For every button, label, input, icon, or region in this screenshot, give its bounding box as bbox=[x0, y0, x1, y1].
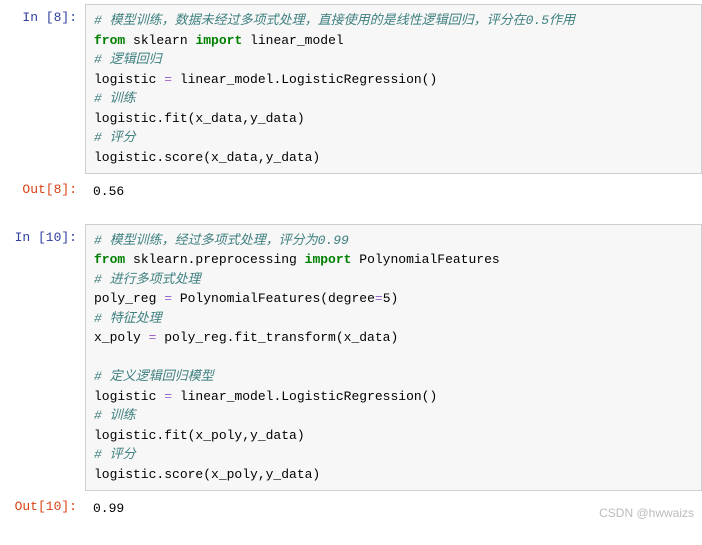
out-prompt: Out[10]: bbox=[0, 493, 85, 525]
code-area[interactable]: # 模型训练，数据未经过多项式处理，直接使用的是线性逻辑回归，评分在0.5作用 f… bbox=[85, 4, 702, 174]
code-token: # 训练 bbox=[94, 408, 136, 423]
code-token: logistic.fit(x_data,y_data) bbox=[94, 111, 305, 126]
code-token: # 评分 bbox=[94, 447, 136, 462]
code-line: logistic.fit(x_data,y_data) bbox=[94, 109, 693, 129]
input-cell: In [8]:# 模型训练，数据未经过多项式处理，直接使用的是线性逻辑回归，评分… bbox=[0, 4, 702, 174]
code-line: # 定义逻辑回归模型 bbox=[94, 367, 693, 387]
code-token: # 特征处理 bbox=[94, 311, 162, 326]
output-cell: Out[8]:0.56 bbox=[0, 176, 702, 208]
code-line: # 训练 bbox=[94, 89, 693, 109]
code-token: logistic bbox=[94, 72, 164, 87]
code-line: x_poly = poly_reg.fit_transform(x_data) bbox=[94, 328, 693, 348]
input-cell: In [10]: # 模型训练，经过多项式处理，评分为0.99 from sklea… bbox=[0, 224, 702, 492]
code-line: # 模型训练，数据未经过多项式处理，直接使用的是线性逻辑回归，评分在0.5作用 bbox=[94, 11, 693, 31]
code-token: poly_reg bbox=[94, 291, 164, 306]
code-line: # 训练 bbox=[94, 406, 693, 426]
output-cell: Out[10]:0.99 bbox=[0, 493, 702, 525]
code-token: 5) bbox=[383, 291, 399, 306]
code-token: logistic.score(x_data,y_data) bbox=[94, 150, 320, 165]
code-token: sklearn.preprocessing bbox=[125, 252, 304, 267]
code-line: # 评分 bbox=[94, 445, 693, 465]
code-token: linear_model.LogisticRegression() bbox=[172, 389, 437, 404]
code-line: # 进行多项式处理 bbox=[94, 270, 693, 290]
code-line: from sklearn import linear_model bbox=[94, 31, 693, 51]
code-token: = bbox=[164, 389, 172, 404]
code-line bbox=[94, 348, 693, 368]
code-area[interactable]: # 模型训练，经过多项式处理，评分为0.99 from sklearn.prepr… bbox=[85, 224, 702, 492]
code-token: # 逻辑回归 bbox=[94, 52, 162, 67]
code-token: # 模型训练，经过多项式处理，评分为0.99 bbox=[94, 233, 349, 248]
code-token: # 模型训练，数据未经过多项式处理，直接使用的是线性逻辑回归，评分在0.5作用 bbox=[94, 13, 575, 28]
code-token: logistic.fit(x_poly,y_data) bbox=[94, 428, 305, 443]
code-token: # 定义逻辑回归模型 bbox=[94, 369, 214, 384]
code-token: # 评分 bbox=[94, 130, 136, 145]
code-token: linear_model.LogisticRegression() bbox=[172, 72, 437, 87]
in-prompt: In [10]: bbox=[0, 224, 85, 492]
code-token: # 进行多项式处理 bbox=[94, 272, 201, 287]
code-line: logistic = linear_model.LogisticRegressi… bbox=[94, 387, 693, 407]
code-line: logistic = linear_model.LogisticRegressi… bbox=[94, 70, 693, 90]
code-line: poly_reg = PolynomialFeatures(degree=5) bbox=[94, 289, 693, 309]
code-token: PolynomialFeatures bbox=[351, 252, 499, 267]
code-token: x_poly bbox=[94, 330, 149, 345]
in-prompt: In [8]: bbox=[0, 4, 85, 174]
code-token: logistic.score(x_poly,y_data) bbox=[94, 467, 320, 482]
code-token: logistic bbox=[94, 389, 164, 404]
code-token: import bbox=[305, 252, 352, 267]
code-line: # 评分 bbox=[94, 128, 693, 148]
code-token: = bbox=[375, 291, 383, 306]
code-line: # 逻辑回归 bbox=[94, 50, 693, 70]
code-token: import bbox=[195, 33, 242, 48]
watermark-text: CSDN @hwwaizs bbox=[599, 506, 694, 520]
code-token: sklearn bbox=[125, 33, 195, 48]
code-line: # 特征处理 bbox=[94, 309, 693, 329]
code-line: # 模型训练，经过多项式处理，评分为0.99 bbox=[94, 231, 693, 251]
code-token: # 训练 bbox=[94, 91, 136, 106]
code-token: linear_model bbox=[242, 33, 343, 48]
code-line: from sklearn.preprocessing import Polyno… bbox=[94, 250, 693, 270]
code-token: poly_reg.fit_transform(x_data) bbox=[156, 330, 398, 345]
code-token: = bbox=[164, 291, 172, 306]
code-token: = bbox=[164, 72, 172, 87]
code-line: logistic.fit(x_poly,y_data) bbox=[94, 426, 693, 446]
code-token: from bbox=[94, 252, 125, 267]
code-token: PolynomialFeatures(degree bbox=[172, 291, 375, 306]
out-prompt: Out[8]: bbox=[0, 176, 85, 208]
code-token: from bbox=[94, 33, 125, 48]
code-line: logistic.score(x_data,y_data) bbox=[94, 148, 693, 168]
output-text: 0.56 bbox=[85, 176, 702, 208]
code-line: logistic.score(x_poly,y_data) bbox=[94, 465, 693, 485]
